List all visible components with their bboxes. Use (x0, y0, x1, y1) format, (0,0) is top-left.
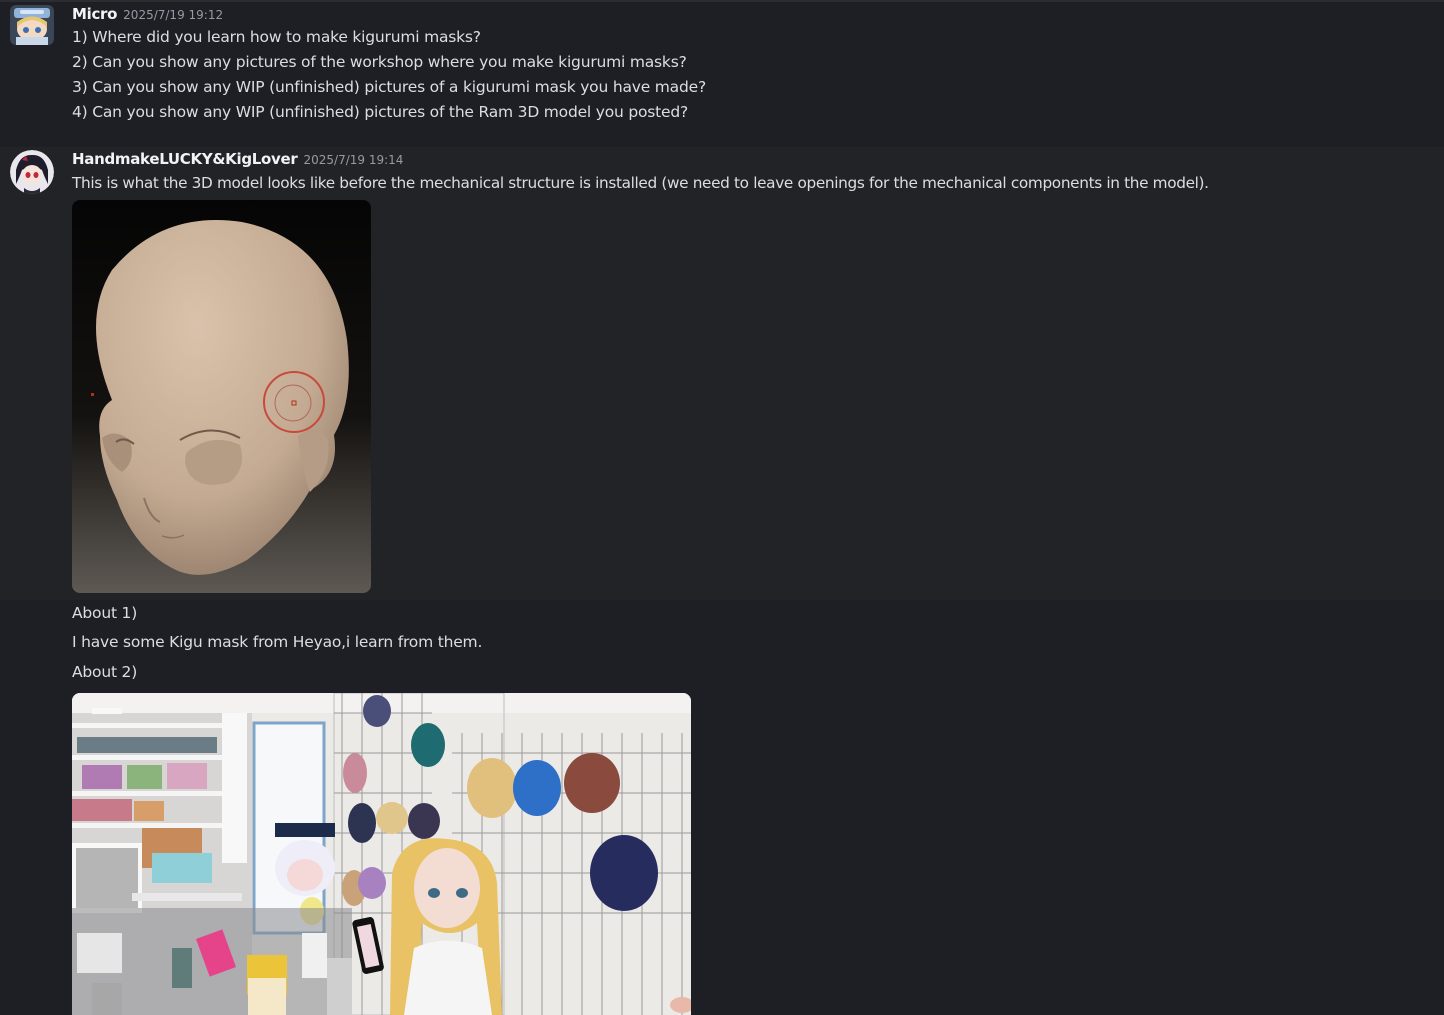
message-text-line: About 2) (72, 663, 138, 681)
message-handmakelucky[interactable]: HandmakeLUCKY&KigLover 2025/7/19 19:14 Th… (0, 147, 1444, 600)
avatar-micro-image (10, 5, 54, 45)
message-header: HandmakeLUCKY&KigLover 2025/7/19 19:14 (72, 149, 403, 168)
message-text-line: 2) Can you show any pictures of the work… (72, 53, 687, 71)
timestamp[interactable]: 2025/7/19 19:12 (123, 8, 223, 22)
message-continuation[interactable]: About 1) I have some Kigu mask from Heya… (0, 600, 1444, 1015)
avatar-handmakelucky[interactable] (10, 150, 54, 194)
message-text-line: About 1) (72, 604, 138, 622)
avatar-handmakelucky-image (10, 150, 54, 194)
message-text-line: This is what the 3D model looks like bef… (72, 174, 1209, 192)
image-attachment-workshop[interactable] (72, 693, 691, 1015)
username[interactable]: HandmakeLUCKY&KigLover (72, 150, 298, 168)
workshop-photo (72, 693, 691, 1015)
message-text-line: 3) Can you show any WIP (unfinished) pic… (72, 78, 706, 96)
chat-message-list: Micro 2025/7/19 19:12 1) Where did you le… (0, 0, 1444, 1015)
avatar-micro[interactable] (10, 5, 54, 45)
message-text-line: I have some Kigu mask from Heyao,i learn… (72, 633, 483, 651)
message-header: Micro 2025/7/19 19:12 (72, 4, 223, 23)
message-text-line: 4) Can you show any WIP (unfinished) pic… (72, 103, 689, 121)
message-text-line: 1) Where did you learn how to make kigur… (72, 28, 481, 46)
image-attachment-3d-model[interactable] (72, 200, 371, 593)
message-micro[interactable]: Micro 2025/7/19 19:12 1) Where did you le… (0, 2, 1444, 145)
username[interactable]: Micro (72, 5, 117, 23)
3d-head-model-image (72, 200, 371, 593)
timestamp[interactable]: 2025/7/19 19:14 (303, 153, 403, 167)
